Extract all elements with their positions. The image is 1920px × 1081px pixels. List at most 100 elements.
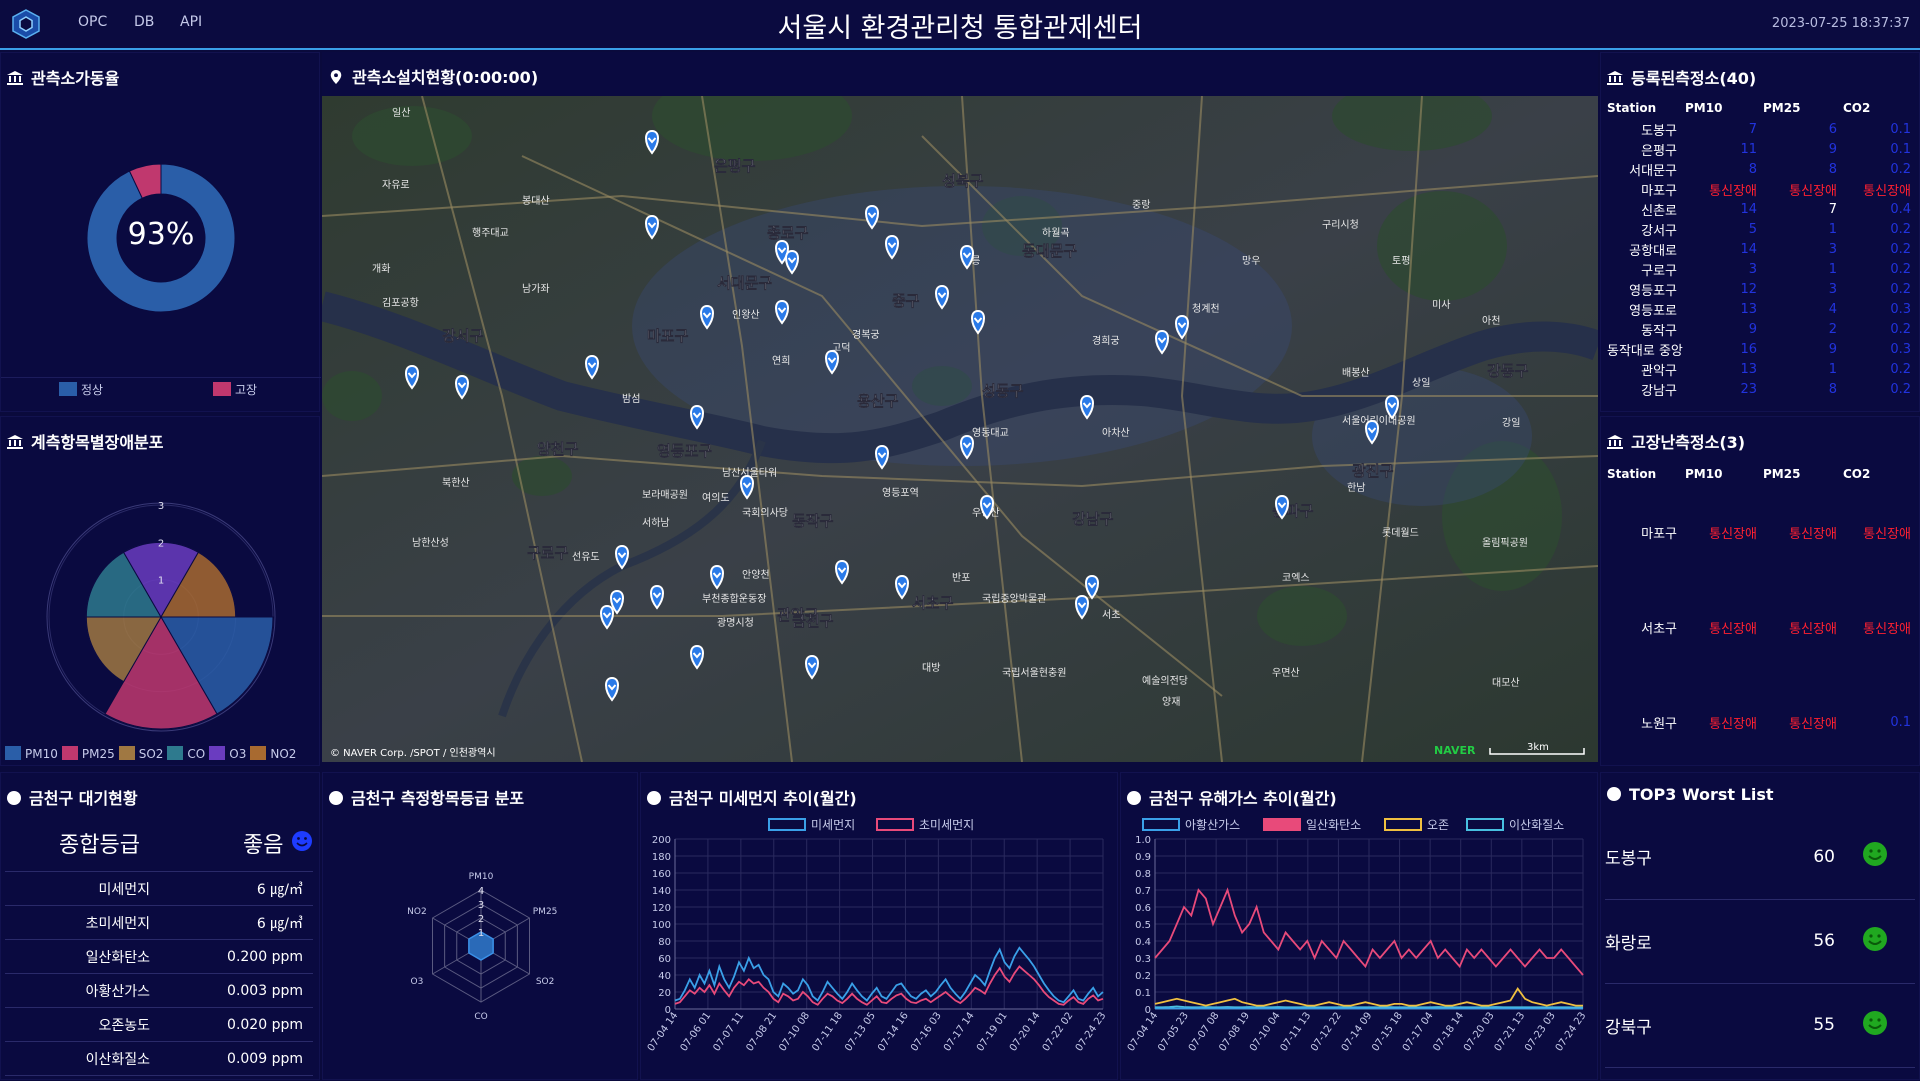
map-pin-icon xyxy=(328,70,344,84)
x-tick-label: 07-17 14 xyxy=(942,1010,977,1053)
station-pm25: 1 xyxy=(1763,259,1843,279)
y-tick-label: 20 xyxy=(658,988,671,999)
place-label: 코엑스 xyxy=(1282,572,1310,584)
col-co2: CO2 xyxy=(1843,463,1917,485)
legend-swatch[interactable] xyxy=(1143,819,1179,830)
grade-dist-panel: 금천구 측정항목등급 분포 PM10PM25SO2COO3NO21234 xyxy=(322,772,638,1080)
gas-panel: 금천구 유해가스 추이(월간) 아황산가스일산화탄소오존이산화질소00.10.2… xyxy=(1120,772,1598,1080)
table-row[interactable]: 신촌로1470.4 xyxy=(1607,199,1917,219)
operation-title-text: 관측소가동율 xyxy=(31,69,119,88)
legend-swatch[interactable] xyxy=(1385,819,1421,830)
y-tick-label: 0.3 xyxy=(1135,954,1151,965)
legend-swatch[interactable] xyxy=(769,819,805,830)
place-label: 청계천 xyxy=(1192,303,1220,315)
place-label: 반포 xyxy=(952,572,970,584)
green-area xyxy=(1377,191,1507,301)
table-row[interactable]: 강서구510.2 xyxy=(1607,219,1917,239)
worst-value: 60 xyxy=(1755,815,1835,899)
registered-table-scroll[interactable]: Station PM10 PM25 CO2 도봉구760.1은평구1190.1서… xyxy=(1607,97,1917,402)
operation-panel: 관측소가동율 93% 정상 고장 xyxy=(0,52,320,412)
legend-label: 오존 xyxy=(1427,818,1449,832)
legend-swatch xyxy=(119,746,135,760)
list-item[interactable]: 강북구55 xyxy=(1605,983,1915,1067)
table-row[interactable]: 관악구1310.2 xyxy=(1607,359,1917,379)
legend-swatch[interactable] xyxy=(1264,819,1300,830)
station-pm10: 14 xyxy=(1685,239,1763,259)
district-label: 동작구 xyxy=(792,512,834,530)
legend-swatch[interactable] xyxy=(1467,819,1503,830)
table-row[interactable]: 영등포로1340.3 xyxy=(1607,299,1917,319)
air-item-value: 0.009 ppm xyxy=(150,1042,313,1076)
legend-fault[interactable]: 고장 xyxy=(213,381,257,398)
table-row[interactable]: 서초구통신장애통신장애통신장애 xyxy=(1607,580,1917,675)
satellite-map[interactable]: 은평구종로구서대문구마포구강서구양천구구로구영등포구동작구관악구서초구강남구송파… xyxy=(322,96,1598,762)
table-row[interactable]: 구로구310.2 xyxy=(1607,259,1917,279)
list-item[interactable]: 도봉구60 xyxy=(1605,815,1915,899)
col-pm25: PM25 xyxy=(1763,97,1843,119)
place-label: 북한산 xyxy=(442,477,470,489)
air-item-label: 오존농도 xyxy=(5,1008,150,1042)
place-label: 행주대교 xyxy=(472,227,509,239)
table-row[interactable]: 도봉구760.1 xyxy=(1607,119,1917,139)
table-row[interactable]: 영등포구1230.2 xyxy=(1607,279,1917,299)
place-label: 국립서울현충원 xyxy=(1002,666,1066,679)
legend-item-so2[interactable]: SO2 xyxy=(119,746,164,761)
table-row[interactable]: 강남구2380.2 xyxy=(1607,379,1917,399)
table-row[interactable]: 마포구통신장애통신장애통신장애 xyxy=(1607,179,1917,199)
table-row: 이산화질소0.009 ppm xyxy=(5,1042,313,1076)
legend-item-pm25[interactable]: PM25 xyxy=(62,746,115,761)
table-row[interactable]: 은평구1190.1 xyxy=(1607,139,1917,159)
list-item[interactable]: 화랑로56 xyxy=(1605,899,1915,983)
table-row[interactable]: 동작구920.2 xyxy=(1607,319,1917,339)
legend-normal[interactable]: 정상 xyxy=(59,381,103,398)
station-name: 서초구 xyxy=(1607,580,1685,675)
place-label: 연희 xyxy=(772,355,790,367)
station-pm10: 11 xyxy=(1685,139,1763,159)
station-pm10: 통신장애 xyxy=(1685,675,1763,770)
station-pm10: 8 xyxy=(1685,159,1763,179)
gas-title-text: 금천구 유해가스 추이(월간) xyxy=(1149,789,1337,808)
place-label: 양재 xyxy=(1162,696,1180,708)
place-label: 남가좌 xyxy=(522,283,550,295)
station-pm25: 1 xyxy=(1763,219,1843,239)
table-row[interactable]: 동작대로 중앙1690.3 xyxy=(1607,339,1917,359)
station-pm25: 3 xyxy=(1763,279,1843,299)
registered-table: Station PM10 PM25 CO2 도봉구760.1은평구1190.1서… xyxy=(1607,97,1917,399)
operation-percent-label: 93% xyxy=(1,217,321,252)
radar-tick: 2 xyxy=(478,914,484,925)
table-row[interactable]: 공항대로1430.2 xyxy=(1607,239,1917,259)
legend-label: 미세먼지 xyxy=(811,818,855,832)
table-row: 아황산가스0.003 ppm xyxy=(5,974,313,1008)
legend-item-o3[interactable]: O3 xyxy=(209,746,246,761)
station-co2: 통신장애 xyxy=(1843,179,1917,199)
air-title: 금천구 대기현황 xyxy=(7,785,138,809)
map-panel: 관측소설치현황(0:00:00) 은평구종로구서대문구마포구강서구양천구구로구영… xyxy=(322,52,1598,762)
district-label: 금천구 xyxy=(792,612,834,630)
green-area xyxy=(322,371,382,421)
district-label: 서대문구 xyxy=(717,274,772,292)
smiley-icon xyxy=(1835,899,1915,983)
place-label: 롯데월드 xyxy=(1382,527,1419,539)
y-tick-label: 60 xyxy=(658,954,671,965)
legend-swatch[interactable] xyxy=(877,819,913,830)
header-datetime: 2023-07-25 18:37:37 xyxy=(1772,16,1910,31)
radar-axis-label: SO2 xyxy=(536,977,555,987)
table-row[interactable]: 마포구통신장애통신장애통신장애 xyxy=(1607,485,1917,580)
station-name: 공항대로 xyxy=(1607,239,1685,259)
legend-item-pm10[interactable]: PM10 xyxy=(5,746,58,761)
air-item-label: 미세먼지 xyxy=(5,872,150,906)
legend-swatch xyxy=(62,746,78,760)
y-tick-label: 1.0 xyxy=(1135,835,1151,846)
legend-item-co[interactable]: CO xyxy=(167,746,205,761)
smiley-icon xyxy=(291,830,313,852)
station-name: 도봉구 xyxy=(1607,119,1685,139)
place-label: 여의도 xyxy=(702,492,730,504)
place-label: 영동대교 xyxy=(972,427,1009,439)
station-name: 영등포로 xyxy=(1607,299,1685,319)
legend-label: PM10 xyxy=(25,747,58,761)
legend-item-no2[interactable]: NO2 xyxy=(250,746,296,761)
table-row[interactable]: 서대문구880.2 xyxy=(1607,159,1917,179)
y-tick-label: 140 xyxy=(652,886,671,897)
station-pm25: 2 xyxy=(1763,319,1843,339)
table-row[interactable]: 노원구통신장애통신장애0.1 xyxy=(1607,675,1917,770)
